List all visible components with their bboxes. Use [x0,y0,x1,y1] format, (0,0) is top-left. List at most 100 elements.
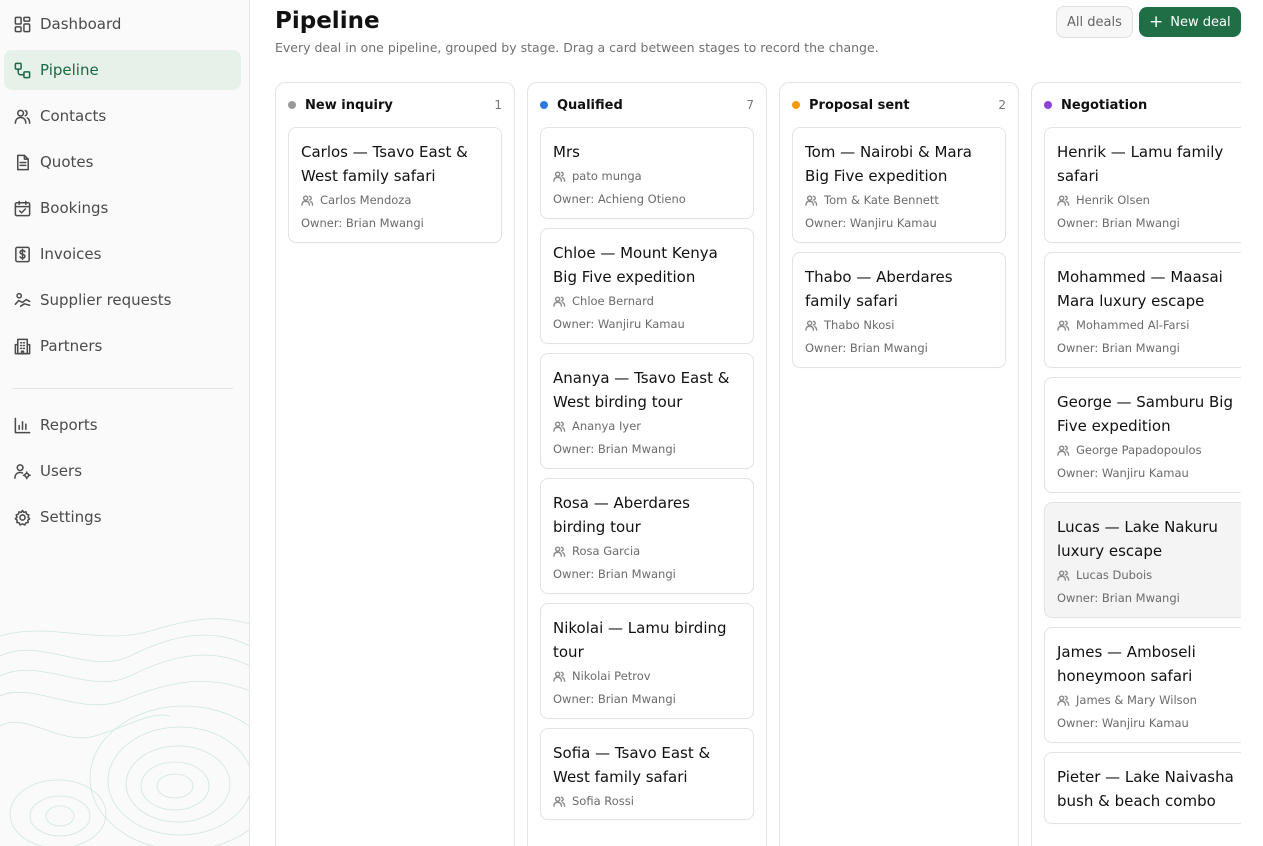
sidebar-item-label: Supplier requests [40,291,172,309]
deal-contact: Nikolai Petrov [553,668,741,684]
document-icon [12,152,32,172]
column-header: New inquiry 1 [276,83,514,127]
column-header: Proposal sent 2 [780,83,1018,127]
sidebar-item-contacts[interactable]: Contacts [4,96,241,136]
deal-card[interactable]: Mohammed — Maasai Mara luxury escape Moh… [1044,252,1241,368]
sidebar-item-reports[interactable]: Reports [4,405,241,445]
column-title: New inquiry [305,97,393,113]
main-content: Pipeline Every deal in one pipeline, gro… [251,0,1263,846]
deal-title: Mohammed — Maasai Mara luxury escape [1057,268,1223,310]
sidebar-item-settings[interactable]: Settings [4,497,241,537]
deal-card[interactable]: Thabo — Aberdares family safari Thabo Nk… [792,252,1006,368]
deal-card[interactable]: Rosa — Aberdares birding tour Rosa Garci… [540,478,754,594]
deal-contact: Henrik Olsen [1057,192,1241,208]
contacts-icon [1057,319,1070,331]
deal-contact: James & Mary Wilson [1057,692,1241,708]
sidebar-item-supplier-requests[interactable]: Supplier requests [4,280,241,320]
gear-icon [12,507,32,527]
dollar-icon [12,244,32,264]
stage-dot [792,101,800,109]
sidebar-item-dashboard[interactable]: Dashboard [4,4,241,44]
contacts-icon [1057,194,1070,206]
sidebar-item-quotes[interactable]: Quotes [4,142,241,182]
card-list: Tom — Nairobi & Mara Big Five expedition… [780,127,1018,368]
deal-card[interactable]: Sofia — Tsavo East & West family safari … [540,728,754,820]
deal-title: Henrik — Lamu family safari [1057,143,1224,185]
new-deal-label: New deal [1170,14,1231,30]
column-count: 7 [746,98,754,112]
deal-card[interactable]: Carlos — Tsavo East & West family safari… [288,127,502,243]
all-deals-button[interactable]: All deals [1056,6,1133,38]
sidebar-item-users[interactable]: Users [4,451,241,491]
deal-card[interactable]: Ananya — Tsavo East & West birding tour … [540,353,754,469]
contacts-icon [805,319,818,331]
column-header: Negotiation [1032,83,1241,127]
page-title: Pipeline [275,8,380,34]
deal-card[interactable]: Henrik — Lamu family safari Henrik Olsen… [1044,127,1241,243]
contacts-icon [12,106,32,126]
deal-title: Lucas — Lake Nakuru luxury escape [1057,518,1218,560]
column-count: 2 [998,98,1006,112]
contacts-icon [553,545,566,557]
deal-title: Rosa — Aberdares birding tour [553,494,690,536]
deal-owner: Owner: Wanjiru Kamau [805,216,937,230]
card-list: Mrs pato munga Owner: Achieng Otieno Chl… [528,127,766,820]
deal-title: Thabo — Aberdares family safari [805,268,953,310]
column-title: Negotiation [1061,97,1148,113]
stage-dot [1044,101,1052,109]
deal-owner: Owner: Brian Mwangi [301,216,424,230]
deal-card[interactable]: Lucas — Lake Nakuru luxury escape Lucas … [1044,502,1241,618]
deal-contact: Ananya Iyer [553,418,741,434]
deal-card[interactable]: Nikolai — Lamu birding tour Nikolai Petr… [540,603,754,719]
deal-owner: Owner: Wanjiru Kamau [553,317,685,331]
deal-title: Mrs [553,143,580,161]
stage-dot [288,101,296,109]
deal-owner: Owner: Wanjiru Kamau [1057,466,1189,480]
deal-owner: Owner: Brian Mwangi [553,567,676,581]
sidebar-item-label: Quotes [40,153,94,171]
column-header: Qualified 7 [528,83,766,127]
deal-card[interactable]: Pieter — Lake Naivasha bush & beach comb… [1044,752,1241,824]
deal-contact: Tom & Kate Bennett [805,192,993,208]
deal-card[interactable]: James — Amboseli honeymoon safari James … [1044,627,1241,743]
contacts-icon [553,795,566,807]
card-list: Carlos — Tsavo East & West family safari… [276,127,514,243]
contacts-icon [301,194,314,206]
deal-card[interactable]: Mrs pato munga Owner: Achieng Otieno [540,127,754,219]
column-count: 1 [494,98,502,112]
building-icon [12,336,32,356]
plus-icon: + [1149,11,1164,32]
deal-title: Tom — Nairobi & Mara Big Five expedition [805,143,972,185]
deal-contact: George Papadopoulos [1057,442,1241,458]
contacts-icon [1057,694,1070,706]
deal-title: Carlos — Tsavo East & West family safari [301,143,468,185]
sidebar-item-partners[interactable]: Partners [4,326,241,366]
contacts-icon [1057,444,1070,456]
deal-card[interactable]: Chloe — Mount Kenya Big Five expedition … [540,228,754,344]
deal-card[interactable]: Tom — Nairobi & Mara Big Five expedition… [792,127,1006,243]
deal-title: Pieter — Lake Naivasha bush & beach comb… [1057,768,1234,810]
sidebar-item-invoices[interactable]: Invoices [4,234,241,274]
contacts-icon [553,295,566,307]
deal-contact: Lucas Dubois [1057,567,1241,583]
deal-owner: Owner: Achieng Otieno [553,192,686,206]
pipeline-board: New inquiry 1 Carlos — Tsavo East & West… [275,82,1241,846]
deal-owner: Owner: Wanjiru Kamau [1057,716,1189,730]
sidebar-item-bookings[interactable]: Bookings [4,188,241,228]
sidebar-item-label: Settings [40,508,102,526]
stage-column-new-inquiry: New inquiry 1 Carlos — Tsavo East & West… [275,82,515,846]
dashboard-icon [12,14,32,34]
deal-owner: Owner: Brian Mwangi [1057,216,1180,230]
new-deal-button[interactable]: + New deal [1139,7,1241,37]
deal-owner: Owner: Brian Mwangi [1057,591,1180,605]
user-cog-icon [12,461,32,481]
deal-contact: Chloe Bernard [553,293,741,309]
sidebar-item-label: Partners [40,337,103,355]
deal-owner: Owner: Brian Mwangi [553,692,676,706]
deal-card[interactable]: George — Samburu Big Five expedition Geo… [1044,377,1241,493]
deal-contact: Thabo Nkosi [805,317,993,333]
deal-contact: Sofia Rossi [553,793,741,809]
column-title: Proposal sent [809,97,910,113]
deal-owner: Owner: Brian Mwangi [1057,341,1180,355]
sidebar-item-pipeline[interactable]: Pipeline [4,50,241,90]
